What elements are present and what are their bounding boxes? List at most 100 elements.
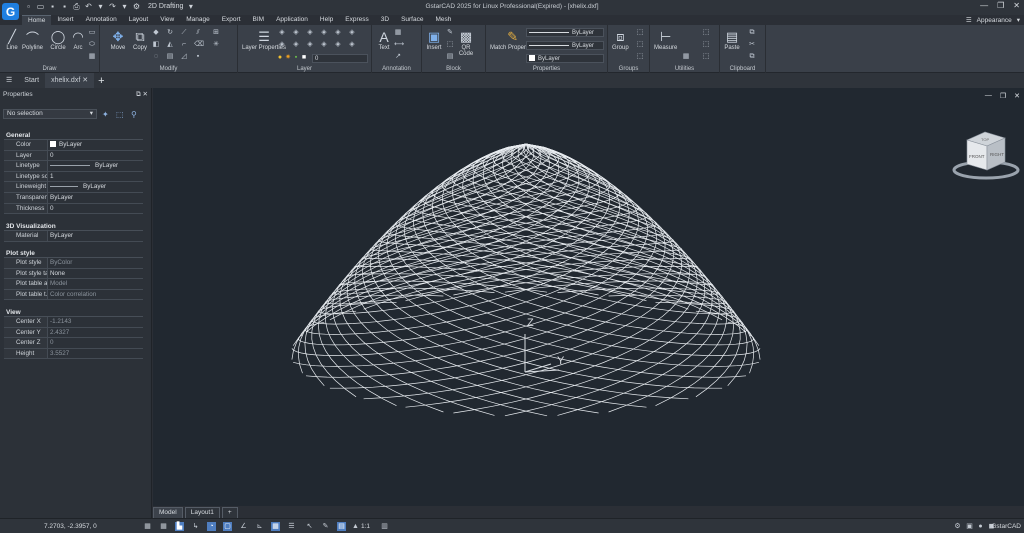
print-icon[interactable]: ⎙: [72, 2, 81, 11]
minimize-icon[interactable]: —: [980, 1, 988, 10]
drawing-canvas[interactable]: Z Y FRONT RIGHT TOP: [153, 88, 1024, 506]
open-folder-icon[interactable]: ▭: [36, 2, 45, 11]
chamfer-icon[interactable]: ◿: [180, 53, 188, 61]
layer-state-icon[interactable]: ◈: [292, 29, 300, 37]
join-icon[interactable]: ▤: [166, 53, 174, 61]
helix-curve[interactable]: [293, 143, 666, 367]
chevron-down-icon[interactable]: ▾: [96, 2, 105, 11]
property-row[interactable]: Thickness 0: [4, 203, 143, 215]
model-space-icon[interactable]: ▤: [337, 522, 346, 531]
property-value[interactable]: 0: [48, 338, 143, 348]
ungroup-icon[interactable]: ⬚: [636, 29, 644, 37]
modify-panel-title[interactable]: Modify: [100, 66, 237, 72]
menu-icon[interactable]: ☰: [0, 73, 18, 88]
save-icon[interactable]: ▪: [48, 2, 57, 11]
layer-tool-icon[interactable]: ◈: [348, 41, 356, 49]
linetype-dropdown[interactable]: ByLayer: [526, 28, 604, 37]
explode-icon[interactable]: ✳: [212, 41, 220, 49]
workspace-icon[interactable]: ▣: [965, 522, 974, 531]
property-row[interactable]: Height 3.5527: [4, 348, 143, 360]
attribute-icon[interactable]: ▤: [446, 53, 454, 61]
close-icon[interactable]: ✕: [1013, 1, 1020, 10]
app-logo[interactable]: G: [2, 3, 19, 20]
tab-help[interactable]: Help: [314, 15, 339, 25]
close-icon[interactable]: ✕: [143, 91, 148, 98]
property-row[interactable]: Color ByLayer: [4, 140, 143, 151]
paste-button[interactable]: ▤ Paste: [724, 29, 740, 51]
layer-state-icon[interactable]: ◈: [334, 29, 342, 37]
infer-icon[interactable]: ↳: [191, 522, 200, 531]
property-value[interactable]: 0: [48, 204, 143, 214]
workspace-selector[interactable]: 2D Drafting: [148, 3, 183, 10]
quick-select-icon[interactable]: ⬚: [702, 41, 710, 49]
tab-layout1[interactable]: Layout1: [184, 507, 220, 518]
arc-button[interactable]: ◠ Arc: [70, 29, 86, 51]
property-value[interactable]: ByLayer: [48, 161, 143, 171]
drawing-viewport[interactable]: — ❐ ✕ Z Y FRONT RIGHT TOP: [153, 88, 1024, 506]
view-title[interactable]: View: [4, 308, 143, 317]
select-all-icon[interactable]: ⬚: [702, 29, 710, 37]
appearance-label[interactable]: Appearance: [977, 17, 1012, 24]
lightbulb-icon[interactable]: ●: [976, 522, 985, 531]
group-button[interactable]: ⧈ Group: [612, 29, 629, 51]
dimension-icon[interactable]: ⟷: [394, 41, 404, 49]
text-button[interactable]: A Text: [376, 29, 392, 51]
customize-icon[interactable]: ▥: [380, 522, 389, 531]
osnap-icon[interactable]: ▢: [223, 522, 232, 531]
property-row[interactable]: Material ByLayer: [4, 231, 143, 242]
layer-tool-icon[interactable]: ◈: [320, 41, 328, 49]
measure-button[interactable]: ⊢ Measure: [654, 29, 677, 51]
property-value[interactable]: ByLayer: [48, 231, 143, 241]
line-button[interactable]: ╱ Line: [4, 29, 20, 51]
property-row[interactable]: Center X -1.2143: [4, 317, 143, 328]
visualization-title[interactable]: 3D Visualization: [4, 222, 143, 231]
layer-tool-icon[interactable]: ◈: [278, 41, 286, 49]
property-row[interactable]: Center Z0: [4, 338, 143, 349]
move-button[interactable]: ✥ Move: [110, 29, 126, 51]
trim-icon[interactable]: ⟋: [180, 29, 188, 37]
otrack-icon[interactable]: ⊾: [255, 522, 264, 531]
property-value[interactable]: 1: [48, 172, 143, 182]
pickadd-icon[interactable]: ✦: [102, 110, 109, 119]
layer-tool-icon[interactable]: ◈: [306, 41, 314, 49]
tab-annotation[interactable]: Annotation: [80, 15, 123, 25]
lineweight-dropdown[interactable]: ByLayer: [526, 41, 604, 50]
chevron-down-icon[interactable]: ▾: [120, 2, 129, 11]
property-value[interactable]: -1.2143: [48, 317, 143, 327]
helix-curve[interactable]: [432, 143, 734, 407]
property-value[interactable]: Model: [48, 279, 143, 289]
add-tab-icon[interactable]: +: [98, 75, 104, 87]
polar-icon[interactable]: ◔: [207, 522, 216, 531]
id-point-icon[interactable]: ⬚: [702, 53, 710, 61]
copy-base-icon[interactable]: ⧉: [748, 53, 756, 61]
helix-curve[interactable]: [291, 143, 657, 360]
redo-icon[interactable]: ↷: [108, 2, 117, 11]
copy-button[interactable]: ⧉ Copy: [132, 29, 148, 51]
undo-icon[interactable]: ↶: [84, 2, 93, 11]
plot-style-title[interactable]: Plot style: [4, 249, 143, 258]
lock-icon[interactable]: ▪: [292, 54, 300, 62]
list-icon[interactable]: ☰: [966, 16, 972, 24]
rectangle-icon[interactable]: ▭: [88, 29, 96, 37]
layer-state-icon[interactable]: ◈: [348, 29, 356, 37]
align-icon[interactable]: ▪: [194, 53, 202, 61]
property-value[interactable]: Color correlation: [48, 290, 143, 300]
lineweight-icon[interactable]: ☰: [287, 522, 296, 531]
mirror-icon[interactable]: ◧: [152, 41, 160, 49]
annotation-monitor-icon[interactable]: ✎: [321, 522, 330, 531]
gear-icon[interactable]: ⚙: [132, 2, 141, 11]
erase-icon[interactable]: ⌫: [194, 41, 204, 49]
helix-curve[interactable]: [318, 143, 620, 407]
float-icon[interactable]: ⧉: [136, 91, 141, 98]
circle-button[interactable]: ◯ Circle: [50, 29, 66, 51]
copy-clip-icon[interactable]: ⧉: [748, 29, 756, 37]
calculator-icon[interactable]: ▦: [682, 53, 690, 61]
groups-panel-title[interactable]: Groups: [608, 66, 649, 72]
helix-wireframe[interactable]: [291, 143, 761, 417]
clipboard-panel-title[interactable]: Clipboard: [720, 66, 765, 72]
create-block-icon[interactable]: ⬚: [446, 41, 454, 49]
property-value[interactable]: 0: [48, 151, 143, 161]
select-objects-icon[interactable]: ⬚: [116, 110, 124, 119]
close-icon[interactable]: ✕: [82, 77, 88, 84]
block-panel-title[interactable]: Block: [422, 66, 485, 72]
